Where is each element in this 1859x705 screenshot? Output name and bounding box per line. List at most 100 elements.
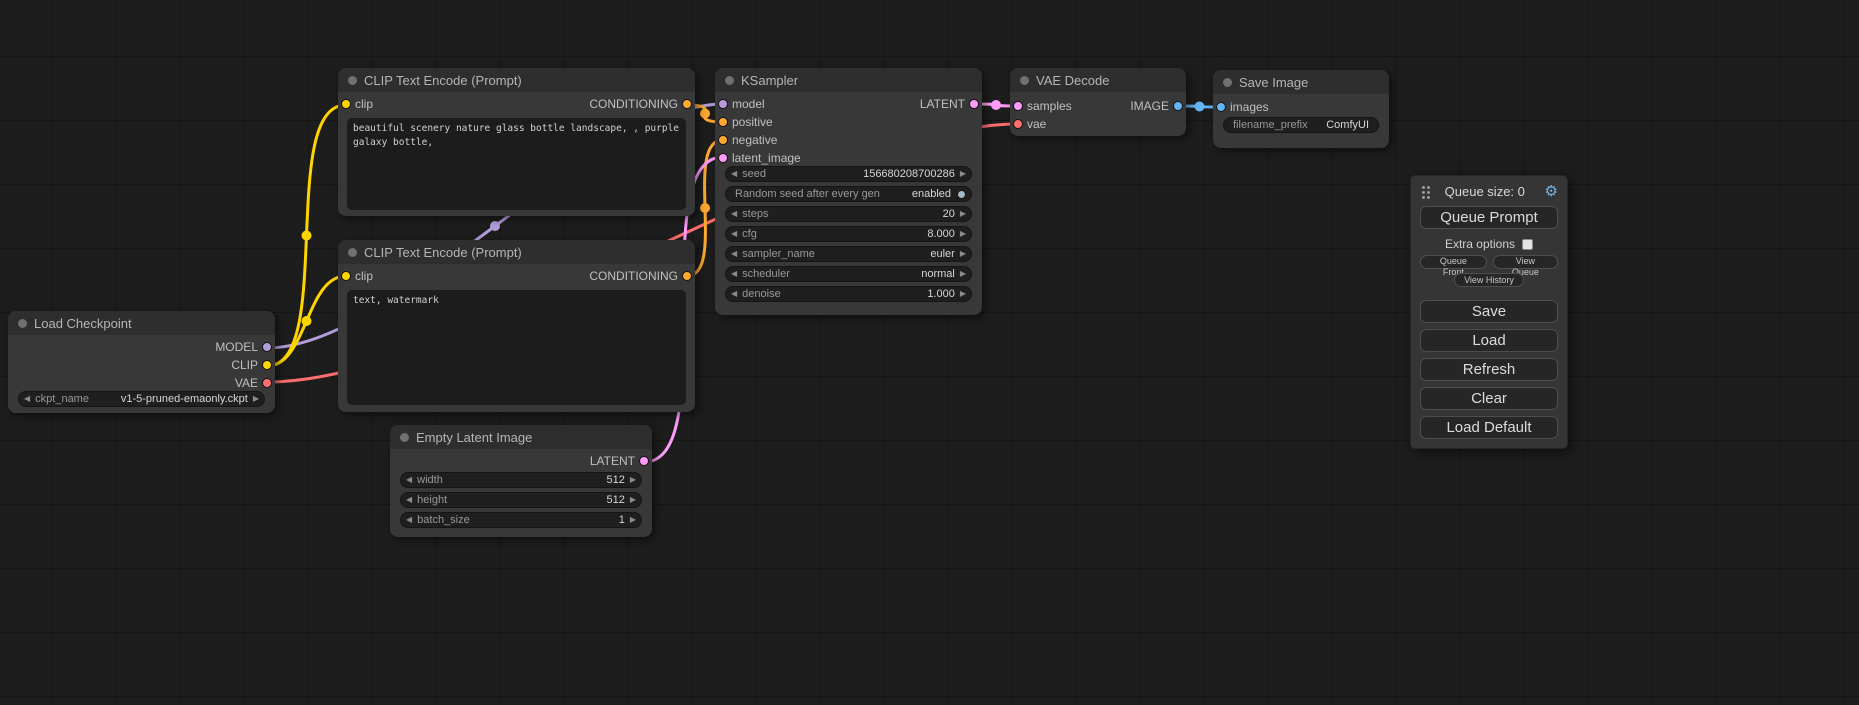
node-clip-text-encode-positive[interactable]: CLIP Text Encode (Prompt) clip CONDITION… (338, 68, 695, 216)
next-value-icon[interactable]: ▶ (955, 227, 971, 241)
node-save-image[interactable]: Save Image images filename_prefix ComfyU… (1213, 70, 1389, 148)
next-value-icon[interactable]: ▶ (625, 513, 641, 527)
node-header[interactable]: Save Image (1213, 70, 1389, 94)
output-port-image[interactable] (1173, 101, 1183, 111)
collapse-toggle-icon[interactable] (725, 76, 734, 85)
input-port-vae[interactable] (1013, 119, 1023, 129)
next-value-icon[interactable]: ▶ (955, 207, 971, 221)
widget-denoise[interactable]: ◀ denoise 1.000 ▶ (725, 286, 972, 302)
widget-random-seed-toggle[interactable]: Random seed after every gen enabled (725, 186, 972, 202)
widget-ckpt-name[interactable]: ◀ ckpt_name v1-5-pruned-emaonly.ckpt ▶ (18, 391, 265, 407)
prompt-textarea[interactable]: text, watermark (347, 290, 686, 405)
clear-button[interactable]: Clear (1420, 387, 1558, 410)
widget-label: batch_size (417, 514, 470, 526)
widget-steps[interactable]: ◀ steps 20 ▶ (725, 206, 972, 222)
next-value-icon[interactable]: ▶ (955, 287, 971, 301)
widget-cfg[interactable]: ◀ cfg 8.000 ▶ (725, 226, 972, 242)
node-ksampler[interactable]: KSampler model LATENT positive negative … (715, 68, 982, 315)
node-header[interactable]: KSampler (715, 68, 982, 92)
wire-midpoint-dot[interactable] (490, 221, 500, 231)
widget-value: 512 (606, 474, 624, 486)
node-load-checkpoint[interactable]: Load Checkpoint MODEL CLIP VAE ◀ ckpt_na… (8, 311, 275, 413)
wire-midpoint-dot[interactable] (991, 100, 1001, 110)
collapse-toggle-icon[interactable] (400, 433, 409, 442)
wire-midpoint-dot[interactable] (1195, 102, 1205, 112)
input-port-model[interactable] (718, 99, 728, 109)
collapse-toggle-icon[interactable] (348, 76, 357, 85)
save-button[interactable]: Save (1420, 300, 1558, 323)
toggle-indicator[interactable] (957, 190, 966, 199)
prev-value-icon[interactable]: ◀ (726, 287, 742, 301)
output-port-vae[interactable] (262, 378, 272, 388)
prev-value-icon[interactable]: ◀ (401, 473, 417, 487)
collapse-toggle-icon[interactable] (1223, 78, 1232, 87)
wire-midpoint-dot[interactable] (302, 231, 312, 241)
next-value-icon[interactable]: ▶ (955, 247, 971, 261)
prev-value-icon[interactable]: ◀ (726, 247, 742, 261)
prev-value-icon[interactable]: ◀ (19, 392, 35, 406)
widget-sampler-name[interactable]: ◀ sampler_name euler ▶ (725, 246, 972, 262)
node-empty-latent-image[interactable]: Empty Latent Image LATENT ◀ width 512 ▶ … (390, 425, 652, 537)
wire-midpoint-dot[interactable] (302, 316, 312, 326)
output-port-latent[interactable] (639, 456, 649, 466)
collapse-toggle-icon[interactable] (1020, 76, 1029, 85)
next-value-icon[interactable]: ▶ (625, 493, 641, 507)
wire-clip[interactable] (267, 276, 346, 366)
collapse-toggle-icon[interactable] (348, 248, 357, 257)
node-header[interactable]: VAE Decode (1010, 68, 1186, 92)
prev-value-icon[interactable]: ◀ (726, 227, 742, 241)
prev-value-icon[interactable]: ◀ (726, 167, 742, 181)
input-label-clip: clip (355, 269, 373, 283)
node-vae-decode[interactable]: VAE Decode samples IMAGE vae (1010, 68, 1186, 136)
next-value-icon[interactable]: ▶ (955, 267, 971, 281)
next-value-icon[interactable]: ▶ (248, 392, 264, 406)
node-clip-text-encode-negative[interactable]: CLIP Text Encode (Prompt) clip CONDITION… (338, 240, 695, 412)
widget-scheduler[interactable]: ◀ scheduler normal ▶ (725, 266, 972, 282)
input-port-latent-image[interactable] (718, 153, 728, 163)
load-default-button[interactable]: Load Default (1420, 416, 1558, 439)
widget-height[interactable]: ◀ height 512 ▶ (400, 492, 642, 508)
output-port-clip[interactable] (262, 360, 272, 370)
widget-label: denoise (742, 288, 781, 300)
output-port-conditioning[interactable] (682, 99, 692, 109)
view-history-button[interactable]: View History (1454, 273, 1524, 287)
node-header[interactable]: Load Checkpoint (8, 311, 275, 335)
prev-value-icon[interactable]: ◀ (726, 207, 742, 221)
node-header[interactable]: Empty Latent Image (390, 425, 652, 449)
queue-prompt-button[interactable]: Queue Prompt (1420, 206, 1558, 229)
wire-midpoint-dot[interactable] (700, 203, 710, 213)
output-port-latent[interactable] (969, 99, 979, 109)
output-port-conditioning[interactable] (682, 271, 692, 281)
input-port-negative[interactable] (718, 135, 728, 145)
wire-midpoint-dot[interactable] (700, 109, 710, 119)
output-port-model[interactable] (262, 342, 272, 352)
next-value-icon[interactable]: ▶ (955, 167, 971, 181)
prev-value-icon[interactable]: ◀ (401, 513, 417, 527)
widget-seed[interactable]: ◀ seed 156680208700286 ▶ (725, 166, 972, 182)
next-value-icon[interactable]: ▶ (625, 473, 641, 487)
prev-value-icon[interactable]: ◀ (726, 267, 742, 281)
settings-gear-icon[interactable]: ⚙ (1545, 184, 1558, 199)
node-header[interactable]: CLIP Text Encode (Prompt) (338, 240, 695, 264)
widget-value: ComfyUI (1326, 119, 1369, 131)
widget-filename-prefix[interactable]: filename_prefix ComfyUI (1223, 117, 1379, 133)
queue-panel[interactable]: Queue size: 0 ⚙ Queue Prompt Extra optio… (1410, 175, 1568, 449)
refresh-button[interactable]: Refresh (1420, 358, 1558, 381)
input-port-images[interactable] (1216, 102, 1226, 112)
prompt-textarea[interactable]: beautiful scenery nature glass bottle la… (347, 118, 686, 210)
input-port-clip[interactable] (341, 271, 351, 281)
input-port-clip[interactable] (341, 99, 351, 109)
view-queue-button[interactable]: View Queue (1493, 255, 1558, 269)
widget-batch-size[interactable]: ◀ batch_size 1 ▶ (400, 512, 642, 528)
extra-options-checkbox[interactable] (1522, 239, 1533, 250)
node-graph-canvas[interactable]: Load Checkpoint MODEL CLIP VAE ◀ ckpt_na… (0, 0, 1859, 705)
queue-front-button[interactable]: Queue Front (1420, 255, 1487, 269)
load-button[interactable]: Load (1420, 329, 1558, 352)
widget-width[interactable]: ◀ width 512 ▶ (400, 472, 642, 488)
input-port-positive[interactable] (718, 117, 728, 127)
collapse-toggle-icon[interactable] (18, 319, 27, 328)
input-port-samples[interactable] (1013, 101, 1023, 111)
node-header[interactable]: CLIP Text Encode (Prompt) (338, 68, 695, 92)
wire-clip[interactable] (267, 105, 346, 366)
prev-value-icon[interactable]: ◀ (401, 493, 417, 507)
